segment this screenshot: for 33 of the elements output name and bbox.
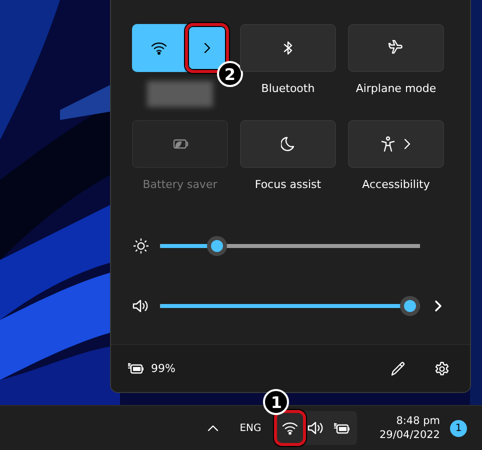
expand-button[interactable] <box>432 298 444 314</box>
toggle-tile[interactable] <box>240 24 336 72</box>
clock-button[interactable]: 8:48 pm 29/04/2022 <box>379 411 440 445</box>
brightness-icon <box>133 238 149 254</box>
wifi-icon <box>150 41 166 55</box>
chevron-right-icon <box>403 138 411 150</box>
tile-label: Focus assist <box>254 177 322 193</box>
battery-charging-icon <box>127 362 145 375</box>
wifi-icon <box>282 421 298 435</box>
settings-icon <box>434 360 450 376</box>
notification-badge[interactable]: 1 <box>450 420 467 436</box>
battery-charging-icon <box>333 422 352 434</box>
toggle-tile[interactable] <box>348 24 444 72</box>
chevron-right-icon <box>434 300 442 312</box>
tile-label: Airplane mode <box>356 81 436 97</box>
airplane-icon <box>388 40 404 56</box>
chevron-right-icon <box>203 42 211 54</box>
speaker-icon <box>132 299 150 313</box>
accessibility-icon <box>381 136 395 152</box>
tile-label: Accessibility <box>362 177 430 193</box>
speaker-icon <box>307 421 326 435</box>
battery-leaf-icon <box>171 138 189 150</box>
moon-icon <box>281 136 295 152</box>
tile-label: Bluetooth <box>261 81 315 97</box>
language-button[interactable]: ENG <box>233 413 268 443</box>
caret-up-icon <box>207 424 220 432</box>
battery-percentage: 99% <box>151 362 176 375</box>
toggle-tile[interactable] <box>240 120 336 168</box>
wifi-toggle[interactable] <box>132 24 185 72</box>
tile-label: Battery saver <box>142 177 218 193</box>
edit-icon <box>390 360 406 376</box>
callout-badge: 2 <box>217 61 243 87</box>
bluetooth-icon <box>283 40 293 56</box>
